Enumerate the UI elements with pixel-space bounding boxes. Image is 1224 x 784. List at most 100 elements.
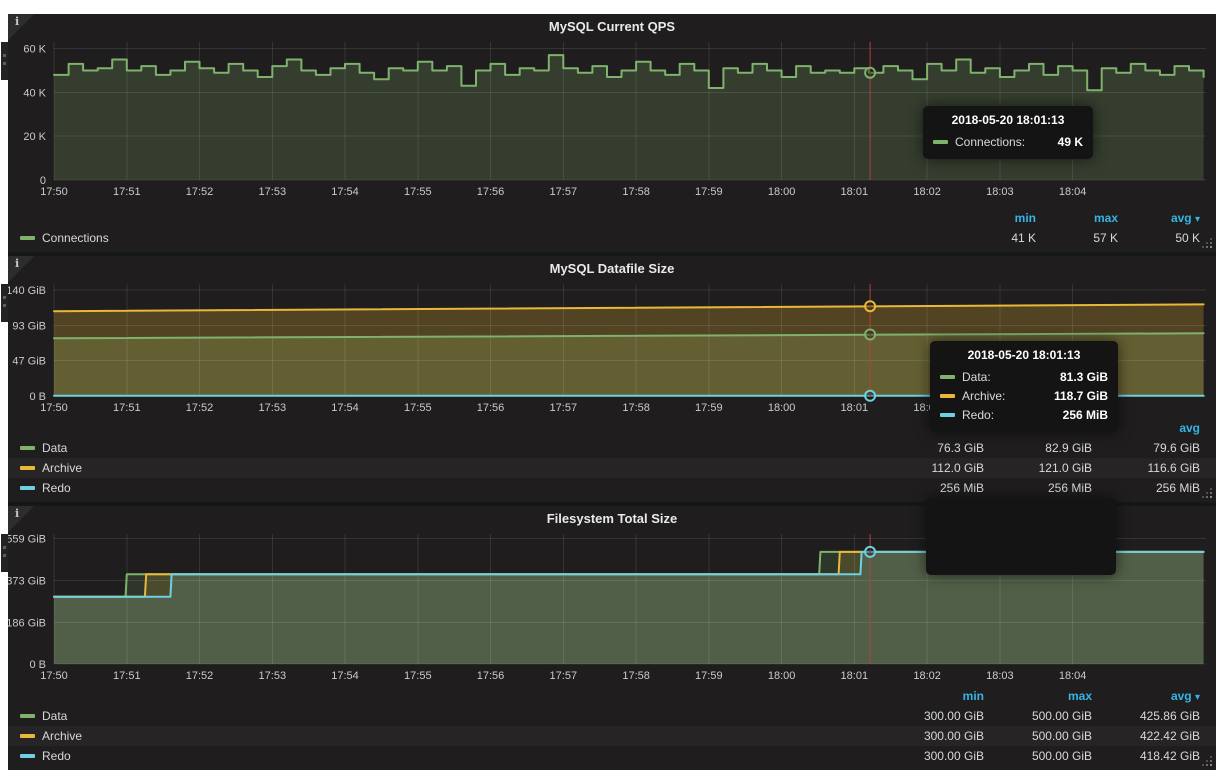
legend-item-archive[interactable]: Archive (8, 461, 876, 475)
legend-header-row: min max avg ▾ (8, 686, 1216, 706)
stat-min: 112.0 GiB (876, 461, 984, 475)
stat-max: 256 MiB (984, 481, 1092, 495)
x-axis-tick-label: 18:02 (913, 186, 941, 198)
y-axis-tick-label: 140 GiB (8, 285, 46, 297)
tooltip-timestamp: 2018-05-20 18:01:13 (933, 113, 1083, 132)
legend-sort-min[interactable]: min (876, 689, 984, 703)
series-color-icon (20, 714, 35, 718)
x-axis-tick-label: 17:58 (622, 402, 650, 414)
x-axis-tick-label: 17:57 (550, 186, 578, 198)
x-axis-tick-label: 17:54 (331, 402, 359, 414)
y-axis-tick-label: 47 GiB (12, 355, 46, 367)
crosshair-marker (865, 301, 875, 311)
stat-min: 300.00 GiB (876, 749, 984, 763)
legend-sort-max[interactable]: max (984, 689, 1092, 703)
series-color-icon (20, 446, 35, 450)
x-axis-tick-label: 17:58 (622, 670, 650, 682)
tooltip-value: 118.7 GiB (1054, 389, 1108, 403)
tooltip-row-archive: Archive: 118.7 GiB (940, 386, 1108, 405)
x-axis-tick-label: 17:53 (259, 402, 287, 414)
x-axis-tick-label: 17:51 (113, 402, 141, 414)
series-color-icon (20, 236, 35, 240)
stat-max: 82.9 GiB (984, 441, 1092, 455)
legend-sort-avg[interactable]: avg ▾ (1092, 689, 1216, 703)
x-axis-tick-label: 17:57 (550, 670, 578, 682)
legend-item-connections[interactable]: Connections (8, 231, 954, 245)
stat-min: 256 MiB (876, 481, 984, 495)
x-axis-tick-label: 17:57 (550, 402, 578, 414)
series-color-icon (936, 518, 951, 522)
legend-sort-max[interactable]: max (1036, 211, 1118, 225)
panel-title[interactable]: MySQL Datafile Size (8, 256, 1216, 278)
tooltip-filesystem (926, 498, 1116, 575)
y-axis-tick-label: 93 GiB (12, 321, 46, 333)
legend-item-redo[interactable]: Redo (8, 481, 876, 495)
tooltip-qps: 2018-05-20 18:01:13 Connections: 49 K (923, 106, 1093, 159)
y-axis-tick-label: 186 GiB (8, 617, 46, 629)
stat-avg: 422.42 GiB (1092, 729, 1216, 743)
series-color-icon (936, 556, 951, 560)
stat-avg: 418.42 GiB (1092, 749, 1216, 763)
x-axis-tick-label: 17:55 (404, 670, 432, 682)
panel-drag-handle[interactable] (1, 42, 8, 80)
panel-info-corner[interactable]: i (8, 506, 34, 532)
tooltip-row-redo (936, 548, 1106, 567)
tooltip-timestamp: 2018-05-20 18:01:13 (940, 348, 1108, 367)
series-color-icon (20, 754, 35, 758)
tooltip-value: 49 K (1058, 135, 1083, 149)
x-axis-tick-label: 17:51 (113, 186, 141, 198)
panel-info-corner[interactable]: i (8, 256, 34, 282)
stat-avg: 256 MiB (1092, 481, 1216, 495)
x-axis-tick-label: 17:59 (695, 670, 723, 682)
legend-sort-avg[interactable]: avg ▾ (1118, 211, 1216, 225)
x-axis-tick-label: 17:52 (186, 186, 214, 198)
x-axis-tick-label: 18:00 (768, 402, 796, 414)
series-color-icon (936, 537, 951, 541)
x-axis-tick-label: 17:59 (695, 186, 723, 198)
series-color-icon (940, 394, 955, 398)
info-icon: i (15, 507, 19, 520)
y-axis-tick-label: 60 K (23, 44, 46, 56)
legend-item-data[interactable]: Data (8, 441, 876, 455)
x-axis-tick-label: 18:00 (768, 670, 796, 682)
legend: min max avg ▾ Data 300.00 GiB 500.00 GiB… (8, 686, 1216, 770)
panel-resize-handle[interactable] (1201, 755, 1214, 768)
panel-drag-handle[interactable] (1, 284, 8, 322)
info-icon: i (15, 15, 19, 28)
x-axis-tick-label: 17:55 (404, 402, 432, 414)
x-axis-tick-label: 17:55 (404, 186, 432, 198)
panel-resize-handle[interactable] (1201, 237, 1214, 250)
stat-avg: 425.86 GiB (1092, 709, 1216, 723)
series-color-icon (20, 486, 35, 490)
legend-sort-min[interactable]: min (954, 211, 1036, 225)
crosshair-marker (865, 391, 875, 401)
stat-min: 300.00 GiB (876, 729, 984, 743)
x-axis-tick-label: 17:50 (40, 402, 68, 414)
dashboard: i MySQL Current QPS 020 K40 K60 K17:5017… (8, 14, 1216, 770)
x-axis-tick-label: 17:53 (259, 670, 287, 682)
y-axis-tick-label: 559 GiB (8, 534, 46, 546)
stat-min: 41 K (954, 231, 1036, 245)
stat-max: 500.00 GiB (984, 709, 1092, 723)
x-axis-tick-label: 17:52 (186, 670, 214, 682)
legend-row-connections: Connections 41 K 57 K 50 K (8, 228, 1216, 248)
panel-info-corner[interactable]: i (8, 14, 34, 40)
panel-title[interactable]: MySQL Current QPS (8, 14, 1216, 36)
series-color-icon (940, 413, 955, 417)
legend-item-redo[interactable]: Redo (8, 749, 876, 763)
x-axis-tick-label: 17:58 (622, 186, 650, 198)
tooltip-value: 256 MiB (1063, 408, 1108, 422)
x-axis-tick-label: 17:51 (113, 670, 141, 682)
legend-item-archive[interactable]: Archive (8, 729, 876, 743)
x-axis-tick-label: 18:01 (841, 402, 869, 414)
tooltip-value: 81.3 GiB (1060, 370, 1108, 384)
legend-item-data[interactable]: Data (8, 709, 876, 723)
x-axis-tick-label: 17:50 (40, 670, 68, 682)
stat-avg: 79.6 GiB (1092, 441, 1216, 455)
x-axis-tick-label: 18:02 (913, 670, 941, 682)
crosshair-marker (865, 68, 875, 78)
x-axis-tick-label: 18:01 (841, 186, 869, 198)
panel-drag-handle[interactable] (1, 534, 8, 572)
panel-resize-handle[interactable] (1201, 487, 1214, 500)
info-icon: i (15, 257, 19, 270)
